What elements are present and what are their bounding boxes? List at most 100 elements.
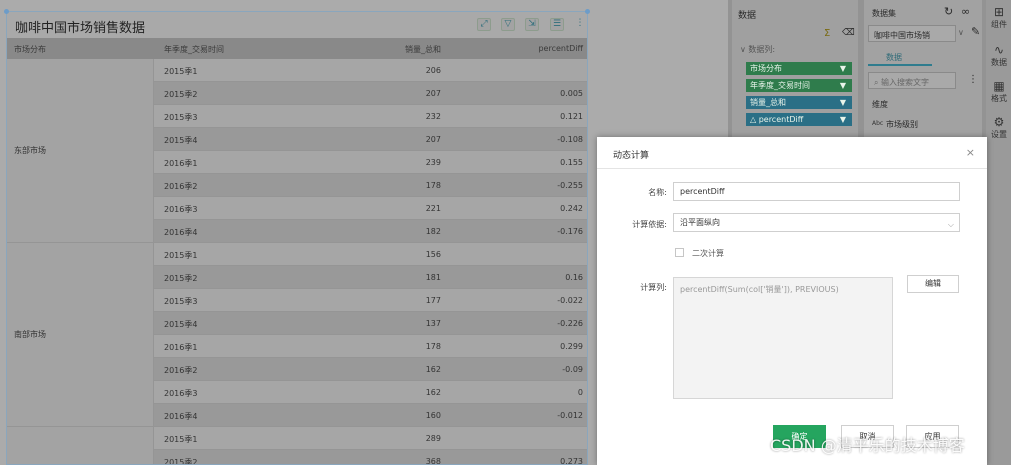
cell-sales: 368 <box>425 457 441 465</box>
cell-time: 2015季4 <box>164 136 198 145</box>
table-row: 2016季1 178 0.299 <box>154 335 587 358</box>
resize-handle[interactable] <box>4 9 9 14</box>
column-pill-market[interactable]: 市场分布 ▼ <box>746 62 852 75</box>
table-row: 2015季1 289 <box>154 427 587 450</box>
dropdown-arrow-icon[interactable]: ▼ <box>840 96 846 109</box>
dropdown-arrow-icon[interactable]: ▼ <box>840 62 846 75</box>
region-cell: 东部市场 <box>7 59 154 243</box>
header-time[interactable]: 年季度_交易时间 <box>164 44 224 55</box>
format-tab[interactable]: ▦ 格式 <box>989 80 1009 104</box>
table-row: 2015季1 156 <box>154 243 587 266</box>
cell-time: 2015季3 <box>164 297 198 306</box>
cell-sales: 182 <box>425 227 441 236</box>
column-pill-time[interactable]: 年季度_交易时间 ▼ <box>746 79 852 92</box>
dimension-item[interactable]: 市场级别 <box>886 119 918 130</box>
search-input[interactable]: ⌕ 输入搜索文字 <box>868 72 956 89</box>
cell-sales: 162 <box>425 365 441 374</box>
more-icon[interactable]: ⋮ <box>573 18 587 31</box>
export-icon[interactable]: ⇲ <box>525 18 539 31</box>
cell-diff: -0.176 <box>557 227 583 236</box>
cell-time: 2015季1 <box>164 67 198 76</box>
dropdown-arrow-icon[interactable]: ▼ <box>840 79 846 92</box>
tab-data[interactable]: 数据 <box>886 52 902 63</box>
data-label: 数据 <box>991 58 1007 67</box>
data-icon: ∿ <box>993 43 1005 57</box>
refresh-icon[interactable]: ↻ <box>944 5 953 18</box>
close-icon[interactable]: × <box>966 146 975 159</box>
calc-expression: percentDiff(Sum(col['销量']), PREVIOUS) <box>680 285 839 294</box>
header-percentdiff[interactable]: percentDiff <box>538 44 583 53</box>
calc-expression-area[interactable]: percentDiff(Sum(col['销量']), PREVIOUS) <box>673 277 893 399</box>
table-widget[interactable]: 咖啡中国市场销售数据 ⤢ ▽ ⇲ ☰ ⋮ 市场分布 年季度_交易时间 销量_总和… <box>6 11 588 465</box>
table-row: 2016季4 160 -0.012 <box>154 404 587 427</box>
cell-time: 2015季2 <box>164 90 198 99</box>
column-pill-sales[interactable]: 销量_总和 ▼ <box>746 96 852 109</box>
sum-icon[interactable]: Σ <box>824 28 830 39</box>
format-label: 格式 <box>991 94 1007 103</box>
cell-time: 2015季2 <box>164 274 198 283</box>
gear-icon: ⚙ <box>993 115 1005 129</box>
cell-sales: 207 <box>425 135 441 144</box>
resize-handle[interactable] <box>585 9 590 14</box>
cell-sales: 160 <box>425 411 441 420</box>
cell-diff: 0.242 <box>560 204 583 213</box>
data-panel-title: 数据 <box>738 11 757 21</box>
settings-tab[interactable]: ⚙ 设置 <box>989 116 1009 140</box>
dynamic-calc-dialog: 动态计算 × 名称: percentDiff 计算依据: 沿平面纵向 二次计算 … <box>597 137 987 465</box>
cell-time: 2016季4 <box>164 412 198 421</box>
dataset-selected-value: 咖啡中国市场销 <box>874 31 930 40</box>
text-type-icon: Abc <box>872 120 884 127</box>
data-tab[interactable]: ∿ 数据 <box>989 44 1009 68</box>
cell-sales: 178 <box>425 181 441 190</box>
cell-time: 2016季3 <box>164 205 198 214</box>
edit-button[interactable]: 编辑 <box>907 275 959 293</box>
column-pill-percentdiff[interactable]: △ percentDiff ▼ <box>746 113 852 126</box>
table-row: 2015季3 177 -0.022 <box>154 289 587 312</box>
secondary-calc-checkbox[interactable] <box>675 248 684 257</box>
table-body: 东部市场 南部市场 2015季1 206 2015季2 207 0.005 2015季… <box>7 59 587 465</box>
dataset-select[interactable]: 咖啡中国市场销 <box>868 25 956 42</box>
filter-icon[interactable]: ▽ <box>501 18 515 31</box>
format-icon: ▦ <box>993 79 1005 93</box>
list-icon[interactable]: ☰ <box>550 18 564 31</box>
pill-label: △ percentDiff <box>750 115 804 124</box>
dialog-divider <box>597 168 987 169</box>
table-row: 2016季2 178 -0.255 <box>154 174 587 197</box>
header-sales[interactable]: 销量_总和 <box>405 44 441 55</box>
table-row: 2015季4 137 -0.226 <box>154 312 587 335</box>
cell-diff: 0.155 <box>560 158 583 167</box>
eraser-icon[interactable]: ⌫ <box>842 28 855 38</box>
region-cell: 南部市场 <box>7 243 154 427</box>
widget-title: 咖啡中国市场销售数据 <box>15 21 146 36</box>
name-value: percentDiff <box>680 187 725 196</box>
cell-sales: 232 <box>425 112 441 121</box>
table-row: 2016季1 239 0.155 <box>154 151 587 174</box>
dimension-label: 维度 <box>872 100 888 109</box>
table-row: 2015季2 207 0.005 <box>154 82 587 105</box>
more-options-icon[interactable]: ⋮ <box>968 74 978 85</box>
chevron-down-icon[interactable]: ∨ <box>958 28 964 37</box>
fullscreen-icon[interactable]: ⤢ <box>477 18 491 31</box>
name-field[interactable]: percentDiff <box>673 182 960 201</box>
pill-label: 市场分布 <box>750 64 782 73</box>
columns-label[interactable]: ∨ 数据列: <box>740 44 775 55</box>
link-icon[interactable]: ∞ <box>961 5 970 18</box>
edit-dataset-icon[interactable]: ✎ <box>971 25 980 38</box>
basis-select[interactable]: 沿平面纵向 <box>673 213 960 233</box>
components-tab[interactable]: ⊞ 组件 <box>989 6 1009 30</box>
watermark: CSDN @清平乐的技术博客 <box>770 436 965 455</box>
table-row: 2016季4 182 -0.176 <box>154 220 587 243</box>
cell-sales: 206 <box>425 66 441 75</box>
name-label: 名称: <box>648 188 667 197</box>
crosstab-table: 市场分布 年季度_交易时间 销量_总和 percentDiff 东部市场 南部市… <box>7 38 587 465</box>
cell-diff: -0.022 <box>557 296 583 305</box>
cell-sales: 178 <box>425 342 441 351</box>
pill-label: 销量_总和 <box>750 98 786 107</box>
search-icon: ⌕ <box>874 78 882 87</box>
cell-sales: 137 <box>425 319 441 328</box>
widget-header: 咖啡中国市场销售数据 ⤢ ▽ ⇲ ☰ ⋮ <box>7 12 587 38</box>
dropdown-arrow-icon[interactable]: ▼ <box>840 113 846 126</box>
pill-label: 年季度_交易时间 <box>750 81 810 90</box>
header-market[interactable]: 市场分布 <box>14 44 46 55</box>
cell-sales: 156 <box>425 250 441 259</box>
